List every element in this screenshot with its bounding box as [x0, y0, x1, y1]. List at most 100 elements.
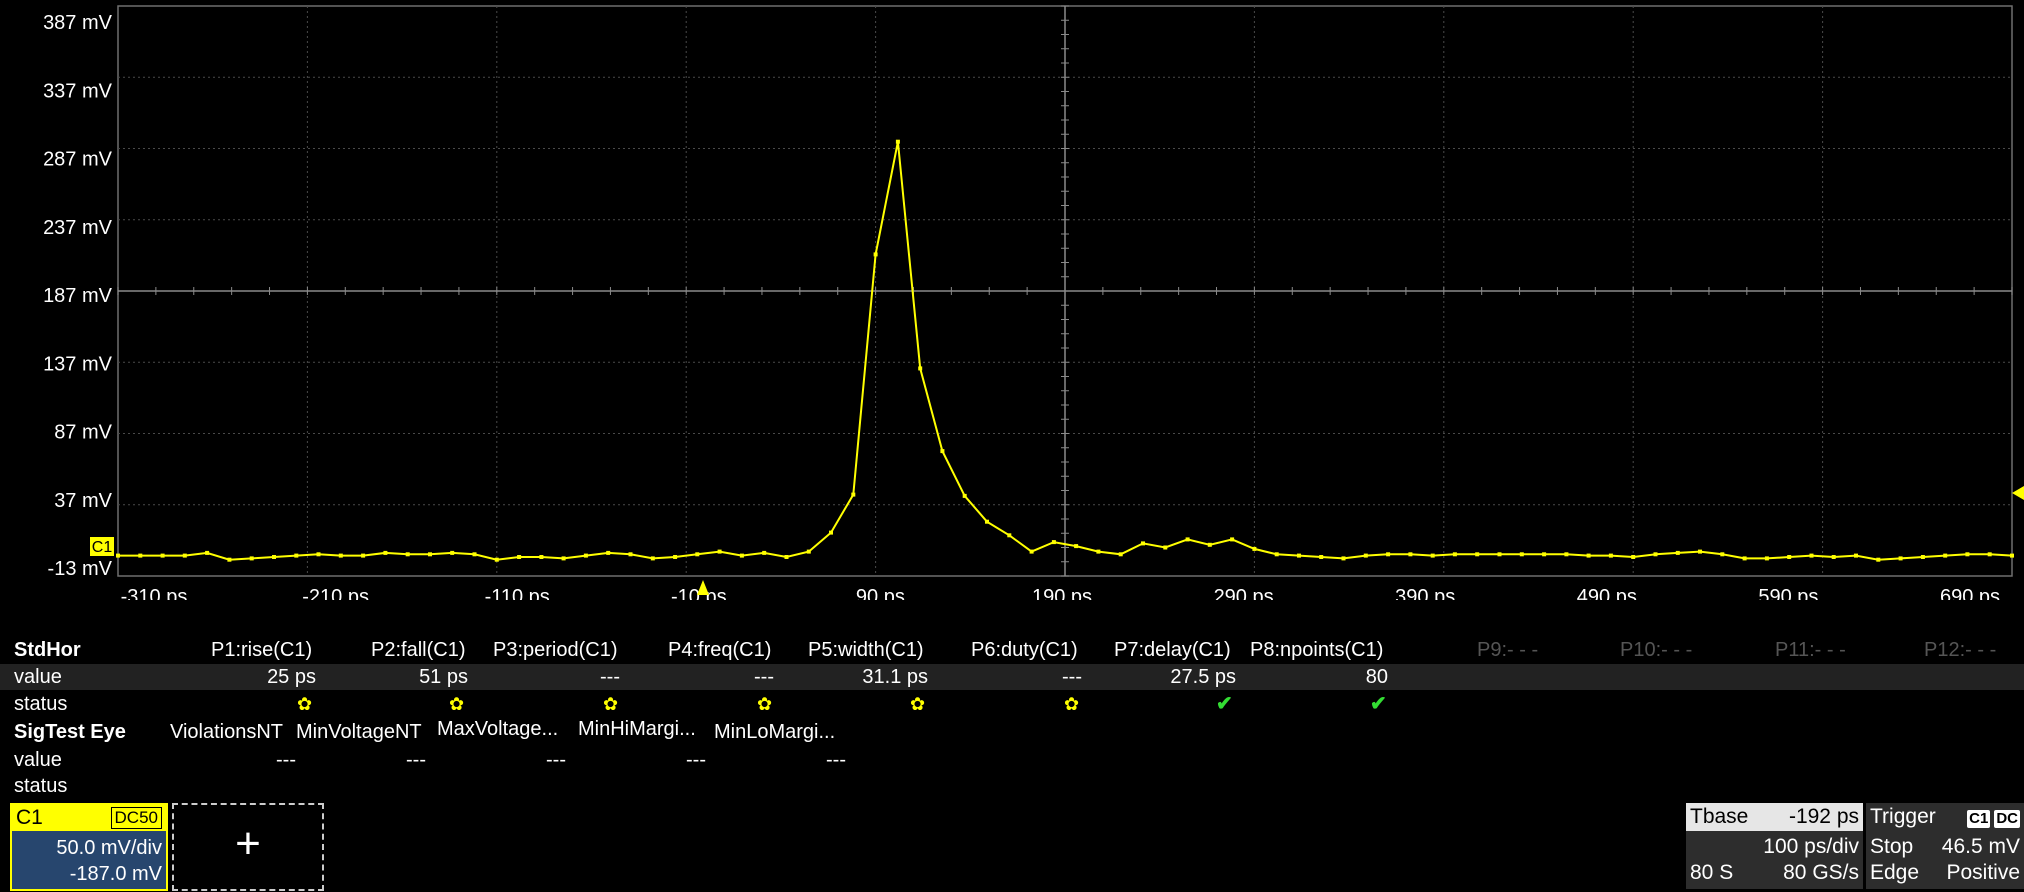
p8-value: 80 — [1365, 666, 1388, 688]
trigger-level: 46.5 mV — [1941, 835, 2020, 858]
waveform-display[interactable]: 387 mV 337 mV 287 mV 237 mV 187 mV 137 mV 87 m… — [0, 0, 2024, 600]
trace-sample-point — [962, 493, 967, 498]
trace-sample-point — [2010, 553, 2014, 558]
y-axis-label: -13 mV — [48, 558, 113, 580]
p2-status-invalid-icon: ✿ — [449, 694, 465, 714]
trigger-descriptor[interactable]: Trigger C1 DC Stop 46.5 mV Edge Positive — [1866, 803, 2024, 889]
trace-sample-point — [1341, 556, 1346, 561]
sigtest-header-row: SigTest Eye ViolationsNT MinVoltageNT Ma… — [0, 718, 2024, 746]
trace-sample-point — [806, 549, 811, 554]
trace-sample-point — [1051, 540, 1056, 545]
trace-sample-point — [539, 555, 544, 559]
std-hor-value-row: value 25 ps 51 ps --- --- 31.1 ps --- 27… — [0, 664, 2024, 690]
y-axis-label: 187 mV — [43, 285, 113, 307]
param-p10[interactable]: P10:- - - — [1620, 636, 1692, 664]
trace-sample-point — [717, 549, 722, 554]
param-p6[interactable]: P6:duty(C1) — [971, 636, 1078, 664]
param-p7[interactable]: P7:delay(C1) — [1114, 636, 1231, 664]
timebase-descriptor[interactable]: Tbase -192 ps 100 ps/div 80 S 80 GS/s — [1686, 803, 1863, 889]
p6-value: --- — [1062, 666, 1082, 688]
sigtest-param-3[interactable]: MaxVoltage... — [437, 715, 558, 743]
param-p8[interactable]: P8:npoints(C1) — [1250, 636, 1383, 664]
trace-sample-point — [182, 553, 187, 558]
trace-sample-point — [583, 553, 588, 558]
trace-sample-point — [695, 552, 700, 557]
trace-sample-point — [1252, 546, 1257, 551]
sigtest-param-5[interactable]: MinLoMargi... — [714, 718, 835, 746]
trace-sample-point — [517, 555, 522, 559]
p3-value: --- — [600, 666, 620, 688]
trace-sample-point — [784, 555, 789, 559]
trace-sample-point — [294, 553, 299, 558]
trace-sample-point — [1163, 545, 1168, 550]
trace-sample-point — [227, 557, 232, 562]
sigtest-param-2[interactable]: MinVoltageNT — [296, 718, 422, 746]
p8-status-check-icon: ✔ — [1370, 693, 1387, 715]
trace-sample-point — [1586, 553, 1591, 558]
timebase-tdiv: 100 ps/div — [1763, 835, 1859, 858]
trace-sample-point — [1854, 553, 1858, 558]
trace-sample-point — [1742, 556, 1747, 561]
trigger-source-tag: C1 — [1967, 810, 1991, 828]
param-p5[interactable]: P5:width(C1) — [808, 636, 924, 664]
timebase-label: Tbase — [1690, 805, 1749, 828]
trace-sample-point — [918, 366, 923, 371]
status-row-label: status — [14, 693, 68, 715]
trace-sample-point — [1074, 544, 1079, 549]
channel-vdiv: 50.0 mV/div — [56, 837, 162, 859]
trace-sample-point — [1319, 555, 1324, 559]
trace-sample-point — [985, 519, 989, 524]
add-trace-button[interactable]: + — [172, 803, 324, 891]
trace-sample-point — [1096, 549, 1101, 554]
trace-sample-point — [405, 552, 410, 557]
y-axis-labels: 387 mV 337 mV 287 mV 237 mV 187 mV 137 mV 87 m… — [43, 12, 113, 580]
channel-coupling: DC50 — [110, 807, 162, 829]
param-p11[interactable]: P11:- - - — [1775, 636, 1846, 664]
trace-sample-point — [138, 553, 143, 558]
trace-sample-point — [1497, 552, 1502, 557]
trace-sample-point — [606, 550, 611, 555]
param-p2[interactable]: P2:fall(C1) — [371, 636, 465, 664]
sigtest-param-4[interactable]: MinHiMargi... — [578, 715, 696, 743]
trace-sample-point — [1274, 552, 1279, 557]
plus-icon: + — [235, 819, 261, 868]
trace-sample-point — [1608, 553, 1613, 558]
c1-ground-marker[interactable]: C1 — [90, 537, 114, 556]
trigger-mode: Stop — [1870, 835, 1914, 858]
x-axis-label: 90 ps — [856, 586, 905, 600]
trace-sample-point — [739, 553, 744, 558]
trace-sample-point — [1898, 556, 1903, 561]
x-axis-label: -110 ps — [485, 586, 550, 600]
trace-sample-point — [1831, 555, 1836, 559]
trace-sample-point — [1631, 555, 1636, 559]
trace-sample-point — [1809, 553, 1814, 558]
sigtest-param-1[interactable]: ViolationsNT — [170, 718, 283, 746]
p4-status-invalid-icon: ✿ — [757, 694, 773, 714]
trigger-label: Trigger — [1870, 805, 1936, 828]
y-axis-label: 37 mV — [54, 490, 112, 512]
value-row-label: value — [14, 666, 62, 688]
param-p4[interactable]: P4:freq(C1) — [668, 636, 771, 664]
sigtest-value-1: --- — [276, 749, 296, 771]
trace-sample-point — [205, 550, 210, 555]
trace-sample-point — [1475, 552, 1480, 557]
trigger-slope: Positive — [1946, 861, 2020, 884]
trace-sample-point — [383, 550, 388, 555]
sigtest-value-5: --- — [826, 749, 846, 771]
timebase-rate: 80 GS/s — [1783, 861, 1859, 884]
param-p12[interactable]: P12:- - - — [1924, 636, 1996, 664]
x-axis-label: 190 ps — [1032, 586, 1092, 600]
y-axis-label: 287 mV — [43, 149, 113, 171]
trace-sample-point — [1363, 553, 1368, 558]
param-p3[interactable]: P3:period(C1) — [493, 636, 618, 664]
sigtest-value-4: --- — [686, 749, 706, 771]
p5-value: 31.1 ps — [862, 666, 928, 688]
trigger-header: Trigger C1 DC — [1866, 803, 2024, 831]
param-p1[interactable]: P1:rise(C1) — [211, 636, 312, 664]
param-p9[interactable]: P9:- - - — [1477, 636, 1538, 664]
trace-sample-point — [1564, 552, 1569, 557]
timebase-delay: -192 ps — [1788, 805, 1859, 828]
y-axis-label: 237 mV — [43, 217, 113, 239]
c1-channel-descriptor[interactable]: C1 DC50 50.0 mV/div -187.0 mV — [10, 803, 168, 891]
trace-sample-point — [494, 557, 499, 562]
